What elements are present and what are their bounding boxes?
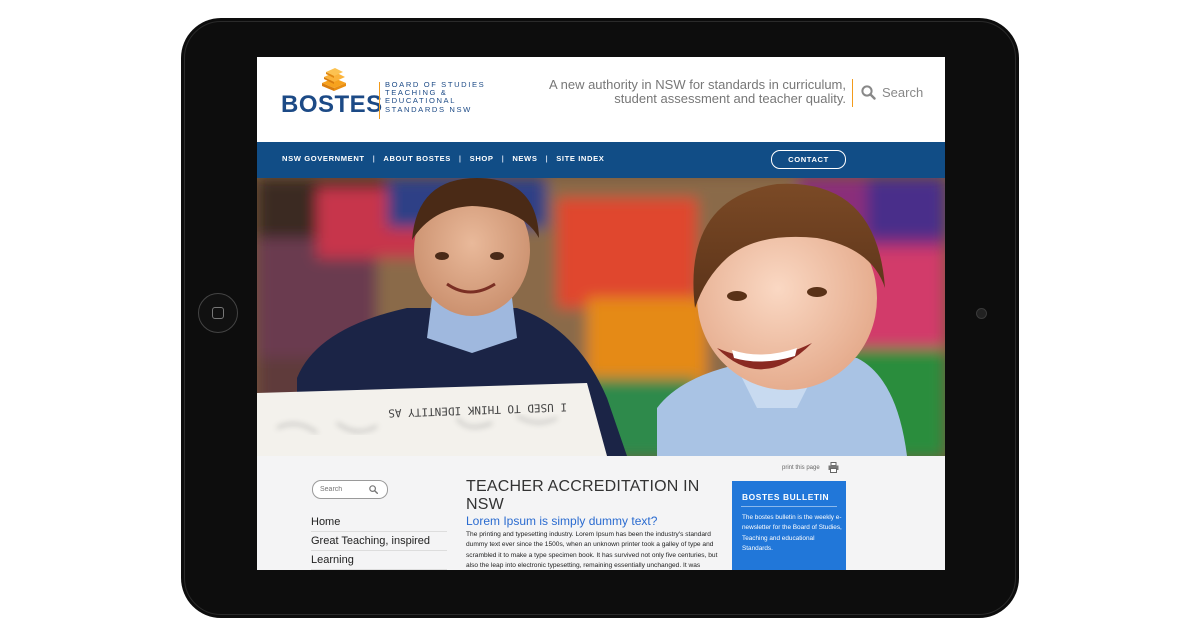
print-label: print this page (782, 464, 820, 471)
sidebar-item-learning[interactable]: Learning (311, 551, 447, 570)
home-button[interactable] (198, 293, 238, 333)
print-page[interactable]: print this page (782, 462, 839, 473)
sidebar-item-great-teaching[interactable]: Great Teaching, inspired (311, 532, 447, 551)
nav-news[interactable]: NEWS (512, 154, 537, 163)
nav-nsw-government[interactable]: NSW GOVERNMENT (282, 154, 365, 163)
books-logo-icon (322, 68, 346, 91)
hero-image: I USED TO THINK IDENTITY AS (257, 178, 945, 456)
search-icon (369, 485, 378, 494)
nav-separator: | (501, 154, 505, 163)
bulletin-box[interactable]: BOSTES BULLETIN The bostes bulletin is t… (732, 481, 846, 570)
header-search-label: Search (882, 85, 924, 100)
search-icon (861, 85, 876, 100)
tagline-divider (852, 79, 853, 107)
logo-wordmark: BOSTES (281, 91, 383, 118)
print-icon (828, 462, 839, 473)
nav-separator: | (372, 154, 376, 163)
tablet-screen: BOSTES BOARD OF STUDIES TEACHING & EDUCA… (257, 57, 945, 570)
site-header: BOSTES BOARD OF STUDIES TEACHING & EDUCA… (257, 57, 945, 142)
home-button-icon (212, 307, 224, 319)
article: TEACHER ACCREDITATION IN NSW Lorem Ipsum… (466, 478, 718, 570)
nav-about-bostes[interactable]: ABOUT BOSTES (383, 154, 451, 163)
sidebar-item-home[interactable]: Home (311, 513, 447, 532)
logo-subtitle: BOARD OF STUDIES TEACHING & EDUCATIONAL … (385, 80, 486, 114)
bulletin-text: The bostes bulletin is the weekly e-news… (742, 514, 842, 552)
nav-shop[interactable]: SHOP (470, 154, 494, 163)
bulletin-divider (741, 506, 837, 507)
header-search[interactable]: Search (861, 85, 923, 100)
content-area: Home Great Teaching, inspired Learning p… (257, 456, 945, 570)
main-nav: NSW GOVERNMENT | ABOUT BOSTES | SHOP | N… (257, 142, 945, 178)
article-body: The printing and typesetting industry. L… (466, 531, 718, 569)
sidebar-search-input[interactable] (320, 483, 365, 495)
front-camera (976, 308, 987, 319)
nav-site-index[interactable]: SITE INDEX (556, 154, 604, 163)
nav-separator: | (545, 154, 549, 163)
site-tagline: A new authority in NSW for standards in … (549, 77, 846, 106)
nav-separator: | (458, 154, 462, 163)
sidebar-nav: Home Great Teaching, inspired Learning (311, 513, 447, 570)
bostes-logo[interactable]: BOSTES BOARD OF STUDIES TEACHING & EDUCA… (281, 67, 521, 127)
bulletin-title: BOSTES BULLETIN (742, 492, 830, 502)
contact-button[interactable]: CONTACT (771, 150, 846, 169)
article-subtitle[interactable]: Lorem Ipsum is simply dummy text? (466, 514, 718, 528)
sidebar-search[interactable] (312, 480, 388, 499)
logo-divider (379, 82, 380, 119)
article-title: TEACHER ACCREDITATION IN NSW (466, 478, 700, 513)
